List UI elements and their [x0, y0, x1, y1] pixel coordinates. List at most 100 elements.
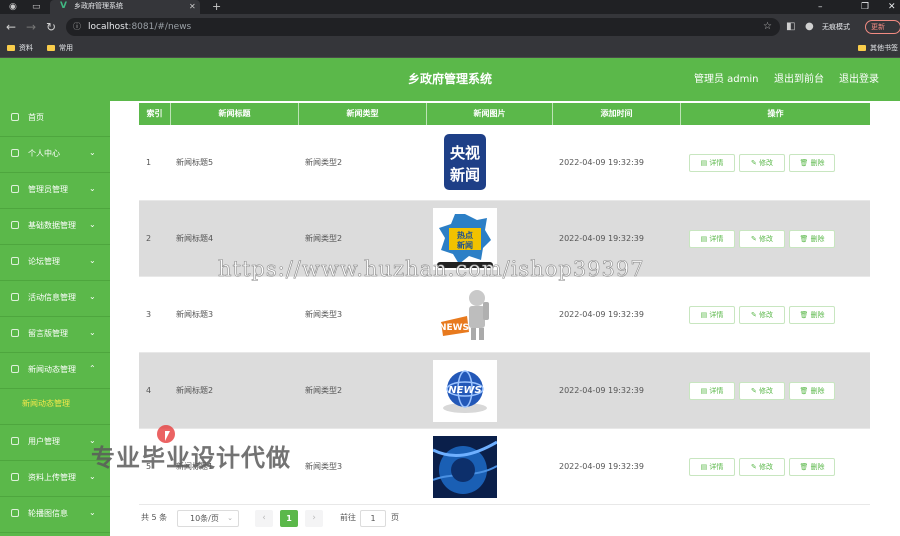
blue-tech-icon[interactable]	[432, 436, 498, 498]
delete-button[interactable]: 🗑 删除	[789, 306, 835, 324]
sidebar-item-home[interactable]: 首页	[0, 101, 110, 137]
page-title: 乡政府管理系统	[407, 72, 492, 86]
detail-button[interactable]: ▤ 详情	[689, 458, 735, 476]
column-header: 新闻图片	[427, 103, 553, 125]
detail-button[interactable]: ▤ 详情	[689, 230, 735, 248]
folder-icon	[7, 45, 15, 51]
index-cell: 4	[146, 386, 152, 395]
admin-icon	[11, 185, 19, 193]
table-row: 4 新闻标题2 新闻类型2 NEWS 2022-04-09 19:32:39 ▤…	[139, 353, 870, 429]
chevron-down-icon: ⌄	[227, 514, 233, 522]
site-info-icon[interactable]: ⓘ	[73, 18, 81, 36]
browser-menu-icon[interactable]: ◉	[9, 0, 17, 14]
time-cell: 2022-04-09 19:32:39	[559, 462, 644, 471]
activity-icon	[11, 293, 19, 301]
bookmark-folder[interactable]: 常用	[47, 40, 73, 57]
logout-link[interactable]: 退出登录	[839, 58, 879, 101]
sidebar-item-forum[interactable]: 论坛管理 ⌄	[0, 245, 110, 281]
sidebar-item-carousel[interactable]: 轮播图信息 ⌄	[0, 497, 110, 533]
reload-icon[interactable]: ↻	[46, 14, 56, 40]
current-user: 管理员 admin	[694, 74, 759, 85]
users-icon	[11, 437, 19, 445]
other-bookmarks[interactable]: 其他书签	[858, 40, 898, 57]
sidebar-subitem-news-management[interactable]: 新闻动态管理	[0, 389, 110, 425]
forward-icon[interactable]: →	[26, 14, 36, 40]
edit-button[interactable]: ✎ 修改	[739, 154, 785, 172]
news-figure-icon[interactable]: NEWS	[433, 284, 497, 346]
sidebar-item-activities[interactable]: 活动信息管理 ⌄	[0, 281, 110, 317]
type-cell: 新闻类型2	[305, 158, 343, 167]
new-tab-icon[interactable]: +	[212, 0, 221, 14]
sidebar-item-guestbook[interactable]: 留言版管理 ⌄	[0, 317, 110, 353]
tab-title: 乡政府管理系统	[74, 2, 123, 10]
chevron-down-icon: ⌄	[89, 256, 96, 265]
forum-icon	[11, 257, 19, 265]
watermark-ad: 专业毕业设计代做	[91, 444, 291, 472]
edit-button[interactable]: ✎ 修改	[739, 382, 785, 400]
current-page-button[interactable]: 1	[280, 510, 298, 527]
detail-button[interactable]: ▤ 详情	[689, 154, 735, 172]
time-cell: 2022-04-09 19:32:39	[559, 386, 644, 395]
next-page-button[interactable]: ›	[305, 510, 323, 527]
globe-news-icon[interactable]: NEWS	[433, 360, 497, 422]
sidebar-item-admins[interactable]: 管理员管理 ⌄	[0, 173, 110, 209]
page-unit-label: 页	[391, 513, 399, 522]
title-cell: 新闻标题3	[176, 310, 214, 319]
tab-list-icon[interactable]: ▭	[32, 0, 41, 14]
cctv-news-icon[interactable]: 央视 新闻	[444, 134, 486, 190]
table-header: 索引 新闻标题 新闻类型 新闻图片 添加时间 操作	[139, 103, 870, 125]
title-cell: 新闻标题2	[176, 386, 214, 395]
table-row: 3 新闻标题3 新闻类型3 NEWS 2022-04-09 19:32:39 ▤…	[139, 277, 870, 353]
page-size-select[interactable]: 10条/页 ⌄	[177, 510, 239, 527]
edit-button[interactable]: ✎ 修改	[739, 230, 785, 248]
close-tab-icon[interactable]: ✕	[189, 0, 196, 14]
sidebar-item-profile[interactable]: 个人中心 ⌄	[0, 137, 110, 173]
incognito-icon: ●	[805, 21, 814, 32]
close-window-icon[interactable]: ✕	[888, 0, 896, 14]
update-button[interactable]: 更新	[865, 20, 900, 34]
delete-button[interactable]: 🗑 删除	[789, 458, 835, 476]
sidebar-toggle-icon[interactable]: ◧	[786, 14, 795, 40]
chevron-up-icon: ⌃	[89, 364, 96, 373]
browser-tab[interactable]	[50, 0, 200, 14]
prev-page-button[interactable]: ‹	[255, 510, 273, 527]
bookmarks-bar: 资料 常用 其他书签	[0, 40, 900, 58]
back-to-front-link[interactable]: 退出到前台	[774, 58, 824, 101]
svg-text:央视: 央视	[450, 144, 480, 162]
mouse-cursor-icon	[165, 431, 170, 441]
pagination: 共 5 条 10条/页 ⌄ ‹ 1 › 前往 1 页	[141, 509, 541, 527]
svg-text:NEWS: NEWS	[439, 323, 469, 333]
title-cell: 新闻标题4	[176, 234, 214, 243]
address-bar[interactable]: ⓘ localhost:8081/#/news ☆	[66, 18, 780, 36]
index-cell: 3	[146, 310, 152, 319]
bookmark-folder[interactable]: 资料	[7, 40, 33, 57]
detail-button[interactable]: ▤ 详情	[689, 306, 735, 324]
app-header: 乡政府管理系统 管理员 admin 退出到前台 退出登录	[0, 58, 900, 101]
column-header: 操作	[767, 109, 784, 118]
svg-text:热点: 热点	[457, 230, 473, 240]
news-icon	[11, 365, 19, 373]
chevron-down-icon: ⌄	[89, 292, 96, 301]
time-cell: 2022-04-09 19:32:39	[559, 310, 644, 319]
column-header: 新闻标题	[171, 103, 299, 125]
back-icon[interactable]: ←	[6, 14, 16, 40]
edit-button[interactable]: ✎ 修改	[739, 458, 785, 476]
goto-label: 前往	[340, 513, 356, 522]
minimize-icon[interactable]: –	[818, 0, 823, 14]
url-text[interactable]: localhost:8081/#/news	[88, 18, 191, 36]
goto-page-input[interactable]: 1	[360, 510, 386, 527]
type-cell: 新闻类型3	[305, 310, 343, 319]
bookmark-star-icon[interactable]: ☆	[763, 18, 772, 36]
upload-icon	[11, 473, 19, 481]
browser-toolbar: ← → ↻ ⓘ localhost:8081/#/news ☆ ◧ ● 无痕模式…	[0, 14, 900, 40]
time-cell: 2022-04-09 19:32:39	[559, 158, 644, 167]
sidebar-item-base-data[interactable]: 基础数据管理 ⌄	[0, 209, 110, 245]
delete-button[interactable]: 🗑 删除	[789, 382, 835, 400]
delete-button[interactable]: 🗑 删除	[789, 154, 835, 172]
detail-button[interactable]: ▤ 详情	[689, 382, 735, 400]
delete-button[interactable]: 🗑 删除	[789, 230, 835, 248]
edit-button[interactable]: ✎ 修改	[739, 306, 785, 324]
column-header: 新闻类型	[299, 103, 427, 125]
restore-icon[interactable]: ❐	[861, 0, 869, 14]
sidebar-item-news[interactable]: 新闻动态管理 ⌃	[0, 353, 110, 389]
